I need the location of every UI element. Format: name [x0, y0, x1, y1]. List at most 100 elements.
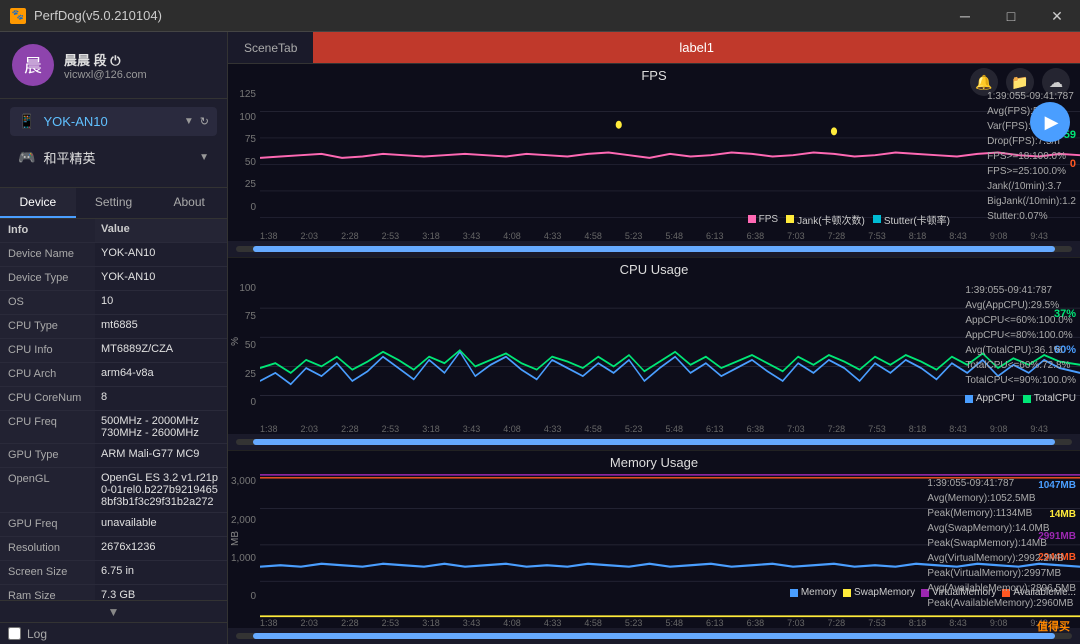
mem-legend-mem-dot — [790, 589, 798, 597]
table-row: Device TypeYOK-AN10 — [0, 267, 227, 291]
fps-chart-section: FPS 125 100 75 50 25 0 — [228, 64, 1080, 258]
device-dropdown[interactable]: 📱 YOK-AN10 ▼ ↻ — [10, 107, 217, 136]
maximize-button[interactable]: □ — [988, 0, 1034, 32]
value-col-header: Value — [95, 219, 227, 242]
play-button[interactable]: ▶ — [1030, 102, 1070, 142]
info-val: unavailable — [95, 513, 227, 536]
fps-yaxis: 125 100 75 50 25 0 — [228, 85, 260, 231]
cpu-legend: AppCPU TotalCPU — [965, 393, 1076, 406]
info-key: OpenGL — [0, 468, 95, 512]
user-area: 晨 晨晨 段 ⏻ vicwxl@126.com — [0, 32, 227, 99]
log-label: Log — [27, 627, 47, 641]
fps-legend-jank-label: Jank(卡顿次数) — [797, 212, 865, 227]
mem-legend-swap-label: SwapMemory — [854, 587, 915, 598]
info-val: 6.75 in — [95, 561, 227, 584]
watermark: 值得买 — [1037, 618, 1070, 634]
fps-chart-title: FPS — [228, 64, 1080, 85]
play-icon: ▶ — [1045, 112, 1059, 133]
sidebar: 晨 晨晨 段 ⏻ vicwxl@126.com 📱 YOK-AN10 ▼ ↻ 🎮… — [0, 32, 228, 644]
main-layout: 晨 晨晨 段 ⏻ vicwxl@126.com 📱 YOK-AN10 ▼ ↻ 🎮… — [0, 32, 1080, 644]
info-val: YOK-AN10 — [95, 267, 227, 290]
mem-chart-body: 3,000 2,000 1,000 0 MB — [228, 472, 1080, 618]
fps-scrollbar-thumb[interactable] — [253, 246, 1056, 252]
log-checkbox[interactable] — [8, 627, 21, 640]
mem-scrollbar-track[interactable] — [236, 633, 1072, 639]
cpu-chart-title: CPU Usage — [228, 258, 1080, 279]
game-chevron-icon: ▼ — [199, 152, 209, 163]
label1-tab[interactable]: label1 — [313, 32, 1080, 63]
fps-legend-stutter-label: Stutter(卡顿率) — [884, 212, 950, 227]
mem-canvas: 1:39:055-09:41:787 Avg(Memory):1052.5MB … — [260, 472, 1080, 618]
table-row: OS10 — [0, 291, 227, 315]
table-row: GPU TypeARM Mali-G77 MC9 — [0, 444, 227, 468]
cpu-scrollbar[interactable] — [228, 434, 1080, 450]
info-val: 2676x1236 — [95, 537, 227, 560]
cpu-legend-total-dot — [1023, 395, 1031, 403]
game-dropdown[interactable]: 🎮 和平精英 ▼ — [10, 142, 217, 173]
scroll-down-button[interactable]: ▼ — [0, 600, 227, 622]
info-key: CPU Type — [0, 315, 95, 338]
mem-chart-info: 1:39:055-09:41:787 Avg(Memory):1052.5MB … — [927, 476, 1076, 611]
info-key: CPU Freq — [0, 411, 95, 443]
fps-scrollbar[interactable] — [228, 241, 1080, 257]
cpu-legend-app-dot — [965, 395, 973, 403]
cpu-legend-total-label: TotalCPU — [1034, 393, 1076, 404]
mem-chart-title: Memory Usage — [228, 451, 1080, 472]
scene-tab-label[interactable]: SceneTab — [228, 41, 313, 55]
titlebar: 🐾 PerfDog(v5.0.210104) ─ □ ✕ — [0, 0, 1080, 32]
mem-legend-swap-dot — [843, 589, 851, 597]
cpu-scrollbar-track[interactable] — [236, 439, 1072, 445]
info-val: 8 — [95, 387, 227, 410]
info-val: YOK-AN10 — [95, 243, 227, 266]
table-row: CPU InfoMT6889Z/CZA — [0, 339, 227, 363]
minimize-button[interactable]: ─ — [942, 0, 988, 32]
info-key: Ram Size — [0, 585, 95, 600]
folder-icon[interactable]: 📁 — [1006, 68, 1034, 96]
sidebar-tabs: Device Setting About — [0, 188, 227, 219]
cpu-chart-section: CPU Usage 100 75 50 25 0 % — [228, 258, 1080, 452]
cpu-scrollbar-thumb[interactable] — [253, 439, 1056, 445]
cpu-chart-info: 1:39:055-09:41:787 Avg(AppCPU):29.5% App… — [965, 283, 1076, 388]
fps-legend-fps-label: FPS — [759, 214, 778, 225]
notification-icon[interactable]: 🔔 — [970, 68, 998, 96]
info-key: CPU Arch — [0, 363, 95, 386]
info-val: 10 — [95, 291, 227, 314]
game-name: 和平精英 — [43, 148, 199, 167]
mem-scrollbar[interactable] — [228, 628, 1080, 644]
avatar: 晨 — [12, 44, 54, 86]
cpu-xaxis: 1:382:032:282:533:183:434:084:334:585:23… — [228, 424, 1080, 434]
user-info: 晨晨 段 ⏻ vicwxl@126.com — [64, 50, 147, 81]
table-row: CPU Freq500MHz - 2000MHz730MHz - 2600MHz — [0, 411, 227, 444]
tab-setting[interactable]: Setting — [76, 188, 152, 218]
close-button[interactable]: ✕ — [1034, 0, 1080, 32]
info-val: ARM Mali-G77 MC9 — [95, 444, 227, 467]
info-key: Device Name — [0, 243, 95, 266]
mem-scrollbar-thumb[interactable] — [253, 633, 1056, 639]
tab-device[interactable]: Device — [0, 188, 76, 218]
info-val: 7.3 GB — [95, 585, 227, 600]
info-val: OpenGL ES 3.2 v1.r21p0-01rel0.b227b92194… — [95, 468, 227, 512]
cloud-icon[interactable]: ☁ — [1042, 68, 1070, 96]
cpu-chart-body: 100 75 50 25 0 % — [228, 279, 1080, 425]
info-key: Resolution — [0, 537, 95, 560]
top-icons: 🔔 📁 ☁ — [970, 68, 1070, 96]
cpu-canvas: 1:39:055-09:41:787 Avg(AppCPU):29.5% App… — [260, 279, 1080, 425]
scene-tab: SceneTab label1 — [228, 32, 1080, 64]
cpu-yaxis-label: % — [230, 337, 241, 346]
app-icon: 🐾 — [10, 8, 26, 24]
info-key: CPU CoreNum — [0, 387, 95, 410]
fps-scrollbar-track[interactable] — [236, 246, 1072, 252]
mem-chart-section: Memory Usage 3,000 2,000 1,000 0 MB — [228, 451, 1080, 644]
content-area: 🔔 📁 ☁ ▶ SceneTab label1 FPS 125 100 75 — [228, 32, 1080, 644]
app-title: PerfDog(v5.0.210104) — [34, 8, 162, 23]
game-icon: 🎮 — [18, 149, 35, 166]
refresh-icon[interactable]: ↻ — [200, 115, 209, 128]
tab-about[interactable]: About — [151, 188, 227, 218]
mem-xaxis: 1:382:032:282:533:183:434:084:334:585:23… — [228, 618, 1080, 628]
info-key: GPU Type — [0, 444, 95, 467]
fps-legend-jank-dot — [786, 215, 794, 223]
window-controls: ─ □ ✕ — [942, 0, 1080, 32]
fps-xaxis: 1:382:032:282:533:183:434:084:334:585:23… — [228, 231, 1080, 241]
info-val: MT6889Z/CZA — [95, 339, 227, 362]
info-val: 500MHz - 2000MHz730MHz - 2600MHz — [95, 411, 227, 443]
